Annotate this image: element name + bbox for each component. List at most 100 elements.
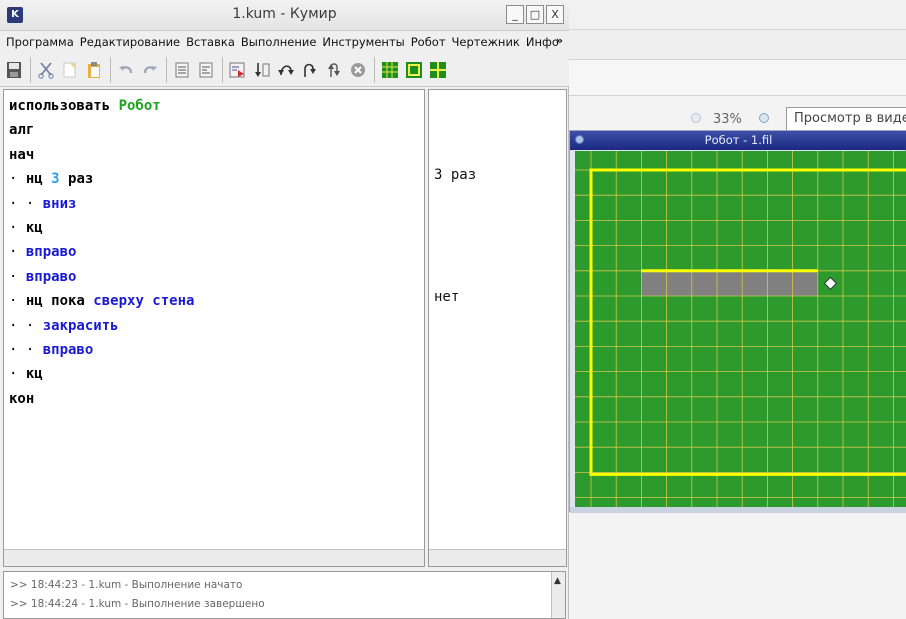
- view-mode-select[interactable]: Просмотр в виде: [786, 107, 906, 131]
- code-line[interactable]: использовать Робот: [9, 94, 194, 118]
- code-line[interactable]: кон: [9, 387, 194, 411]
- menu-edit[interactable]: Редактирование: [80, 35, 180, 49]
- run-icon[interactable]: [228, 59, 248, 81]
- robot-window-icon[interactable]: [404, 59, 424, 81]
- code-token: закрасить: [42, 317, 119, 334]
- close-button[interactable]: X: [546, 5, 564, 24]
- robot-window: Робот - 1.fil: [569, 130, 906, 513]
- scroll-up-icon[interactable]: ▲: [554, 576, 561, 586]
- robot-field-icon[interactable]: [380, 59, 400, 81]
- results-margin: 3 раз нет: [428, 89, 567, 567]
- window-controls: _ □ X: [506, 5, 564, 24]
- code-token: вправо: [25, 268, 77, 285]
- toolbar-separator: [222, 56, 223, 83]
- code-token: алг: [9, 122, 35, 139]
- painted-cell: [666, 270, 692, 296]
- margin-condition-result: нет: [434, 289, 460, 305]
- comment-icon[interactable]: [172, 59, 192, 81]
- uncomment-icon[interactable]: [196, 59, 216, 81]
- screen: 33% Просмотр в виде K 1.kum - Кумир _ □ …: [0, 0, 906, 619]
- run-to-end-icon[interactable]: [324, 59, 344, 81]
- menu-tools[interactable]: Инструменты: [322, 35, 404, 49]
- robot-control-icon[interactable]: [428, 59, 448, 81]
- minimize-button[interactable]: _: [506, 5, 524, 24]
- menu-drawer[interactable]: Чертежник: [452, 35, 520, 49]
- code-token: вправо: [25, 244, 77, 261]
- painted-cell: [717, 270, 743, 296]
- code-line[interactable]: · вправо: [9, 240, 194, 264]
- robot-window-title: Робот - 1.fil: [704, 133, 773, 147]
- code-token: вправо: [42, 342, 94, 359]
- maximize-button[interactable]: □: [526, 5, 544, 24]
- robot-window-bottom: [570, 507, 906, 513]
- code-line[interactable]: нач: [9, 143, 194, 167]
- indent-marker: ·: [9, 366, 26, 383]
- editor-horizontal-scrollbar[interactable]: [4, 549, 424, 566]
- copy-icon[interactable]: [60, 59, 80, 81]
- toolbar-separator: [374, 56, 375, 83]
- indent-marker: ·: [9, 244, 26, 261]
- robot-field[interactable]: [575, 151, 906, 507]
- painted-cell: [641, 270, 667, 296]
- zoom-out-icon[interactable]: [691, 113, 701, 123]
- log-line: >> 18:44:24 - 1.kum - Выполнение заверше…: [10, 598, 265, 610]
- indent-marker: ·: [9, 171, 26, 188]
- code-token: использовать: [9, 98, 119, 114]
- code-line[interactable]: · кц: [9, 216, 194, 240]
- code-token: 3: [51, 171, 60, 188]
- step-into-icon[interactable]: [276, 59, 296, 81]
- cut-icon[interactable]: [36, 59, 56, 81]
- menu-robot[interactable]: Робот: [411, 35, 446, 49]
- toolbar-separator: [110, 56, 111, 83]
- kumir-window: K 1.kum - Кумир _ □ X Программа Редактир…: [0, 0, 569, 619]
- code-line[interactable]: · · вниз: [9, 192, 194, 216]
- window-title: 1.kum - Кумир: [232, 6, 337, 22]
- background-menubar: [569, 30, 906, 60]
- toolbar-separator: [166, 56, 167, 83]
- undo-icon[interactable]: [116, 59, 136, 81]
- code-token: кон: [9, 390, 35, 407]
- toolbar: [0, 53, 569, 87]
- code-line[interactable]: · вправо: [9, 265, 194, 289]
- code-token: нач: [9, 146, 35, 163]
- menu-insert[interactable]: Вставка: [186, 35, 235, 49]
- background-titlebar: [569, 0, 906, 30]
- code-token: вниз: [42, 195, 77, 212]
- menu-info[interactable]: Инфо: [526, 35, 559, 49]
- save-icon[interactable]: [4, 59, 24, 81]
- code-line[interactable]: · · закрасить: [9, 314, 194, 338]
- code-line[interactable]: · кц: [9, 362, 194, 386]
- paste-icon[interactable]: [84, 59, 104, 81]
- log-scrollbar[interactable]: ▲: [551, 572, 565, 618]
- redo-icon[interactable]: [140, 59, 160, 81]
- code-token: кц: [25, 366, 43, 383]
- code-line[interactable]: · · вправо: [9, 338, 194, 362]
- menu-program[interactable]: Программа: [6, 35, 74, 49]
- code-token: сверху стена: [93, 293, 195, 310]
- zoom-level: 33%: [713, 112, 742, 127]
- stop-icon[interactable]: [348, 59, 368, 81]
- menu-run[interactable]: Выполнение: [241, 35, 317, 49]
- step-out-icon[interactable]: [300, 59, 320, 81]
- indent-marker: · ·: [9, 317, 43, 334]
- code-line[interactable]: · нц 3 раз: [9, 167, 194, 191]
- background-toolbar: [569, 60, 906, 96]
- margin-loop-result: 3 раз: [434, 167, 477, 183]
- zoom-in-icon[interactable]: [759, 113, 769, 123]
- step-icon[interactable]: [252, 59, 272, 81]
- painted-cell: [792, 270, 818, 296]
- code-token: кц: [25, 220, 43, 237]
- painted-cell: [742, 270, 768, 296]
- menu-overflow-button[interactable]: »: [556, 34, 563, 47]
- code-line[interactable]: · нц пока сверху стена: [9, 289, 194, 313]
- painted-cell: [767, 270, 793, 296]
- output-log: >> 18:44:23 - 1.kum - Выполнение начато …: [3, 571, 566, 619]
- code-token: Робот: [118, 98, 161, 114]
- log-line: >> 18:44:23 - 1.kum - Выполнение начато: [10, 579, 243, 591]
- field-background: [575, 151, 906, 507]
- painted-cell: [691, 270, 717, 296]
- margin-horizontal-scrollbar[interactable]: [429, 549, 566, 566]
- code-line[interactable]: алг: [9, 118, 194, 142]
- program-text[interactable]: использовать Робот алг нач · нц 3 раз · · вн…: [9, 94, 194, 411]
- code-editor[interactable]: использовать Робот алг нач · нц 3 раз · · вн…: [3, 89, 425, 567]
